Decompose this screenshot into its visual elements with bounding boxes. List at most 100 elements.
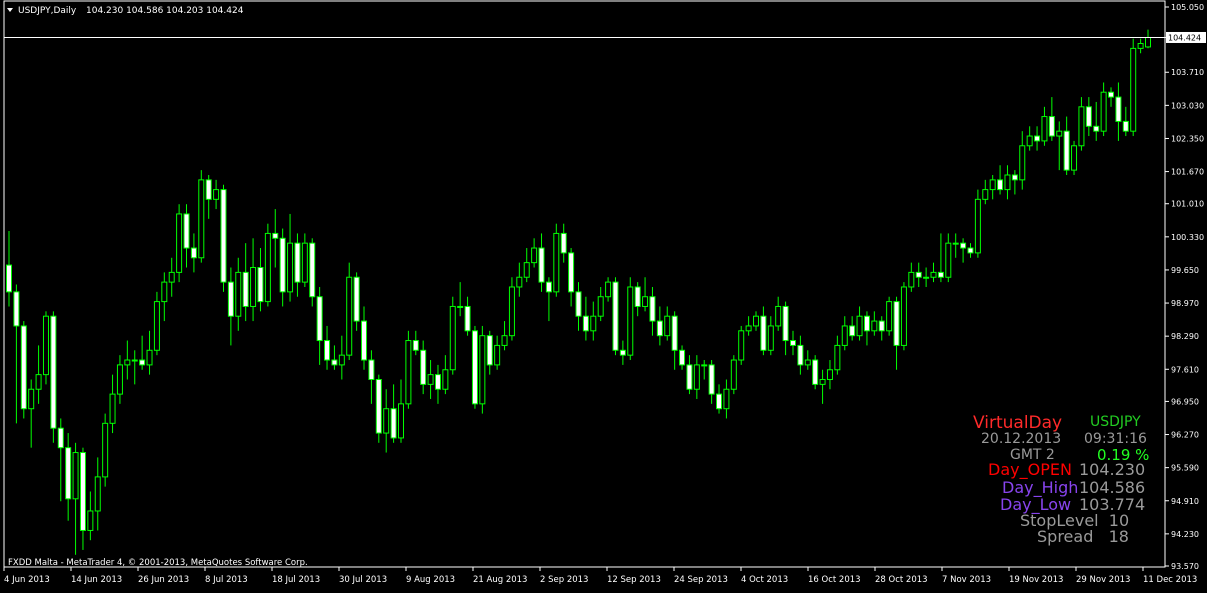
candle-body-bear — [368, 359, 375, 381]
candle-body-bull — [856, 315, 863, 337]
candle-body-bear — [782, 305, 789, 342]
candle-body-bear — [789, 340, 796, 346]
candle-body-bull — [346, 276, 353, 356]
candle-body-bull — [775, 305, 782, 327]
candle-body-bull — [523, 262, 530, 278]
candle-body-bull — [730, 359, 737, 390]
candle-body-bear — [671, 315, 678, 351]
candle-body-bull — [982, 189, 989, 200]
candle — [886, 296, 893, 336]
candle — [102, 413, 109, 487]
candle — [176, 204, 183, 283]
candle-body-bull — [945, 242, 952, 278]
candle — [375, 374, 382, 443]
candle-body-bull — [494, 344, 501, 366]
candle-body-bull — [1071, 145, 1078, 171]
candle-body-bear — [205, 179, 212, 200]
candle-body-bull — [1004, 174, 1011, 191]
panel-title: VirtualDay — [973, 413, 1062, 433]
candle-body-bear — [434, 374, 441, 390]
candle-body-bull — [900, 286, 907, 346]
candle-body-bull — [841, 325, 848, 346]
candle-body-bull — [1100, 91, 1107, 132]
panel-date: 20.12.2013 — [981, 431, 1061, 447]
candle-body-bull — [508, 286, 515, 337]
candle-body-bull — [642, 296, 649, 307]
candle-body-bear — [316, 296, 323, 342]
candle-body-bear — [139, 359, 146, 366]
candle-body-bear — [915, 271, 922, 278]
x-tick-label: 24 Sep 2013 — [674, 575, 728, 585]
candle-body-bear — [1108, 91, 1115, 98]
candle-body-bull — [109, 393, 116, 424]
candle-body-bull — [605, 281, 612, 298]
candle-body-bull — [213, 189, 220, 200]
candle-body-bull — [989, 179, 996, 191]
x-tick-label: 14 Jun 2013 — [71, 575, 122, 585]
candle — [900, 282, 907, 351]
candle-body-bull — [479, 335, 486, 405]
candle-body-bull — [427, 374, 434, 385]
y-tick-label: 100.330 — [1171, 233, 1204, 242]
candle-body-bear — [967, 247, 974, 254]
candle-body-bull — [176, 213, 183, 273]
candle-body-bull — [405, 340, 412, 405]
candle — [220, 184, 227, 292]
x-tick-label: 21 Aug 2013 — [473, 575, 527, 585]
x-tick-label: 30 Jul 2013 — [339, 575, 387, 585]
x-tick-label: 19 Nov 2013 — [1009, 575, 1063, 585]
candle-body-bull — [930, 271, 937, 278]
candle — [471, 325, 478, 409]
candle-body-bear — [893, 301, 900, 346]
candle-body-bull — [826, 369, 833, 381]
candle-body-bear — [760, 315, 767, 351]
x-tick-label: 8 Jul 2013 — [205, 575, 248, 585]
x-tick-label: 26 Jun 2013 — [138, 575, 189, 585]
candle-body-bull — [338, 354, 345, 366]
candle-body-bull — [1145, 36, 1151, 48]
candle-body-bull — [146, 349, 153, 366]
candle-body-bear — [257, 267, 264, 303]
candle-body-bull — [1019, 145, 1026, 181]
candle — [198, 170, 205, 263]
candle-body-bear — [1048, 116, 1055, 137]
candle-body-bull — [94, 476, 101, 512]
x-tick-label: 11 Dec 2013 — [1143, 575, 1197, 585]
candle — [153, 291, 160, 356]
candle-body-bear — [13, 291, 20, 327]
candle-body-bear — [545, 281, 552, 293]
candle-body-bear — [272, 232, 279, 239]
candle-body-bear — [471, 330, 478, 405]
panel-spread: Spread 18 — [1037, 527, 1129, 546]
y-tick-label: 105.050 — [1171, 3, 1204, 12]
candle — [730, 355, 737, 395]
candle-body-bull — [116, 364, 123, 395]
y-tick-label: 96.950 — [1171, 397, 1199, 406]
candle-body-bull — [804, 359, 811, 366]
candle-body-bear — [612, 281, 619, 351]
candle-body-bear — [1034, 135, 1041, 142]
candle-body-bull — [627, 286, 634, 356]
candle-body-bear — [65, 447, 72, 500]
candle-body-bull — [161, 281, 168, 303]
candle-body-bear — [575, 291, 582, 317]
current-price-label: 104.424 — [1168, 33, 1201, 42]
candle — [449, 296, 456, 375]
x-tick-label: 16 Oct 2013 — [808, 575, 861, 585]
symbol-timeframe-label[interactable]: USDJPY,Daily — [18, 6, 77, 16]
y-tick-label: 102.350 — [1171, 134, 1204, 143]
x-tick-label: 7 Nov 2013 — [942, 575, 991, 585]
y-tick-label: 99.650 — [1171, 266, 1199, 275]
candle-body-bull — [501, 335, 508, 346]
candle-body-bear — [20, 325, 27, 410]
candle-body-bull — [974, 198, 981, 254]
candle-body-bull — [72, 452, 79, 500]
candle-body-bear — [997, 179, 1004, 191]
candle-body-bull — [168, 271, 175, 283]
candle-body-bear — [361, 320, 368, 361]
candle-body-bear — [6, 264, 12, 293]
price-chart[interactable]: 105.050 103.710 103.030 102.350 101.670 101.0… — [0, 0, 1207, 589]
candle-body-bear — [812, 359, 819, 385]
candle-body-bull — [886, 301, 893, 332]
ohlc-readout: 104.230 104.586 104.203 104.424 — [86, 6, 244, 16]
